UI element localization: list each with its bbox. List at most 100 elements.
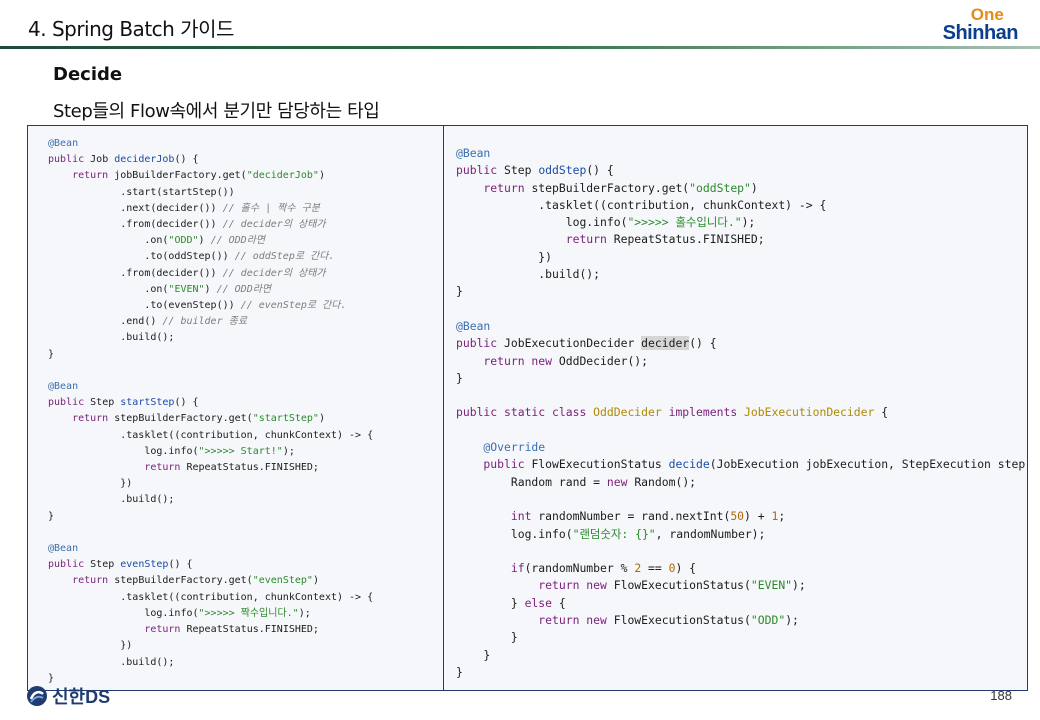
code-line: ​ (456, 422, 1026, 439)
code-token: "ODD" (168, 235, 199, 247)
code-token: JobExecutionDecider (744, 405, 882, 420)
code-line: .tasklet((contribution, chunkContext) ->… (48, 590, 440, 606)
code-line: .tasklet((contribution, chunkContext) ->… (48, 428, 440, 444)
code-line: ​ (456, 491, 1026, 508)
code-token: "evenStep" (252, 575, 313, 587)
section-heading: Decide (53, 64, 123, 85)
code-line: .to(evenStep()) // evenStep로 간다. (48, 298, 440, 314)
code-line: .on("ODD") // ODD라면 (48, 233, 440, 249)
code-line: log.info(">>>>> 홀수입니다."); (456, 214, 1026, 231)
code-token: @Bean (456, 146, 491, 160)
code-token: Job (90, 154, 115, 166)
code-token: } (48, 510, 55, 522)
code-line: .next(decider()) // 홀수 | 짝수 구분 (48, 201, 440, 217)
code-token: Random(); (634, 474, 697, 489)
code-token: decider (641, 336, 690, 351)
code-line: Random rand = new Random(); (456, 474, 1026, 491)
code-token: ); (741, 215, 756, 230)
code-token: } (456, 647, 491, 662)
code-token: randomNumber = rand.nextInt( (538, 509, 731, 524)
code-token: int (456, 509, 539, 524)
code-token: public (456, 336, 505, 351)
code-line: .start(startStep()) (48, 185, 440, 201)
code-token: public (456, 457, 532, 472)
code-token: ">>>>> 홀수입니다." (627, 215, 742, 230)
code-token: , randomNumber); (655, 526, 766, 541)
code-line: public Step oddStep() { (456, 162, 1026, 179)
code-line: ​ (48, 363, 440, 379)
logo-one-text: One (970, 5, 1004, 24)
code-line: log.info(">>>>> Start!"); (48, 444, 440, 460)
code-token: log.info( (456, 526, 573, 541)
code-line: public JobExecutionDecider decider() { (456, 335, 1026, 352)
code-token: OddDecider (593, 405, 669, 420)
code-token: } (456, 664, 463, 679)
code-token: return (48, 462, 187, 474)
code-token: .end() (48, 316, 163, 328)
code-token: .on( (48, 235, 169, 247)
code-token: public static class (456, 405, 594, 420)
code-token: "oddStep" (689, 180, 751, 195)
footer-logo: 신한DS (26, 683, 110, 709)
code-token: Step (90, 559, 121, 571)
code-line: public FlowExecutionStatus decide(JobExe… (456, 456, 1026, 473)
code-token: Random rand = (456, 474, 607, 489)
code-token: Step (90, 397, 121, 409)
code-token: log.info( (48, 445, 199, 457)
code-token: FlowExecutionStatus (531, 457, 669, 472)
code-line: public Step evenStep() { (48, 557, 440, 573)
page-title: 4. Spring Batch 가이드 (28, 17, 234, 41)
code-line: return new FlowExecutionStatus("ODD"); (456, 612, 1026, 629)
code-token: () { (689, 336, 717, 351)
code-token: ); (282, 445, 295, 457)
code-token: .build(); (456, 267, 601, 282)
code-token: decide (668, 457, 710, 472)
code-token: return (456, 180, 532, 195)
code-line: } (456, 283, 1026, 300)
code-token: public (456, 163, 505, 178)
code-line: return new FlowExecutionStatus("EVEN"); (456, 577, 1026, 594)
code-line: .tasklet((contribution, chunkContext) ->… (456, 197, 1026, 214)
code-line: .build(); (48, 655, 440, 671)
code-line: public static class OddDecider implement… (456, 404, 1026, 421)
code-token: RepeatStatus.FINISHED; (186, 462, 319, 474)
code-line: .end() // builder 종료 (48, 314, 440, 330)
code-token: log.info( (48, 607, 199, 619)
code-token: return new (456, 613, 614, 628)
code-token: // builder 종료 (162, 316, 248, 328)
code-line: } (456, 647, 1026, 664)
code-token: new (606, 474, 635, 489)
code-token: }) (48, 640, 133, 652)
code-line: @Bean (48, 379, 440, 395)
code-token: (JobExecution jobExecution, StepExecutio… (709, 457, 1026, 472)
code-token: ); (792, 578, 806, 593)
code-token: stepBuilderFactory.get( (114, 413, 253, 425)
code-token: Step (504, 163, 539, 178)
code-token: (randomNumber % (524, 561, 635, 576)
code-token: .tasklet((contribution, chunkContext) ->… (48, 429, 374, 441)
code-token: .on( (48, 283, 169, 295)
code-token: .build(); (48, 494, 175, 506)
code-line: ​ (48, 525, 440, 541)
code-token: // 홀수 | 짝수 구분 (222, 202, 320, 214)
code-token: () { (168, 559, 193, 571)
code-token: @Bean (48, 381, 79, 393)
code-token: // ODD라면 (216, 283, 272, 295)
code-token: }) (48, 478, 133, 490)
code-token: return (456, 232, 614, 247)
code-token: .build(); (48, 332, 175, 344)
code-token: .build(); (48, 656, 175, 668)
code-token: // oddStep로 간다. (234, 251, 335, 263)
code-token: return new (456, 578, 614, 593)
code-token: if (456, 561, 525, 576)
code-token: ) (198, 235, 211, 247)
code-token: startStep (120, 397, 175, 409)
code-token: .tasklet((contribution, chunkContext) ->… (48, 591, 374, 603)
code-token: RepeatStatus.FINISHED; (613, 232, 765, 247)
code-line: log.info("랜덤숫자: {}", randomNumber); (456, 526, 1026, 543)
code-token: oddStep (538, 163, 587, 178)
code-token: ; (778, 509, 786, 524)
code-line: } (48, 347, 440, 363)
code-line: log.info(">>>>> 짝수입니다."); (48, 606, 440, 622)
code-line: .on("EVEN") // ODD라면 (48, 282, 440, 298)
